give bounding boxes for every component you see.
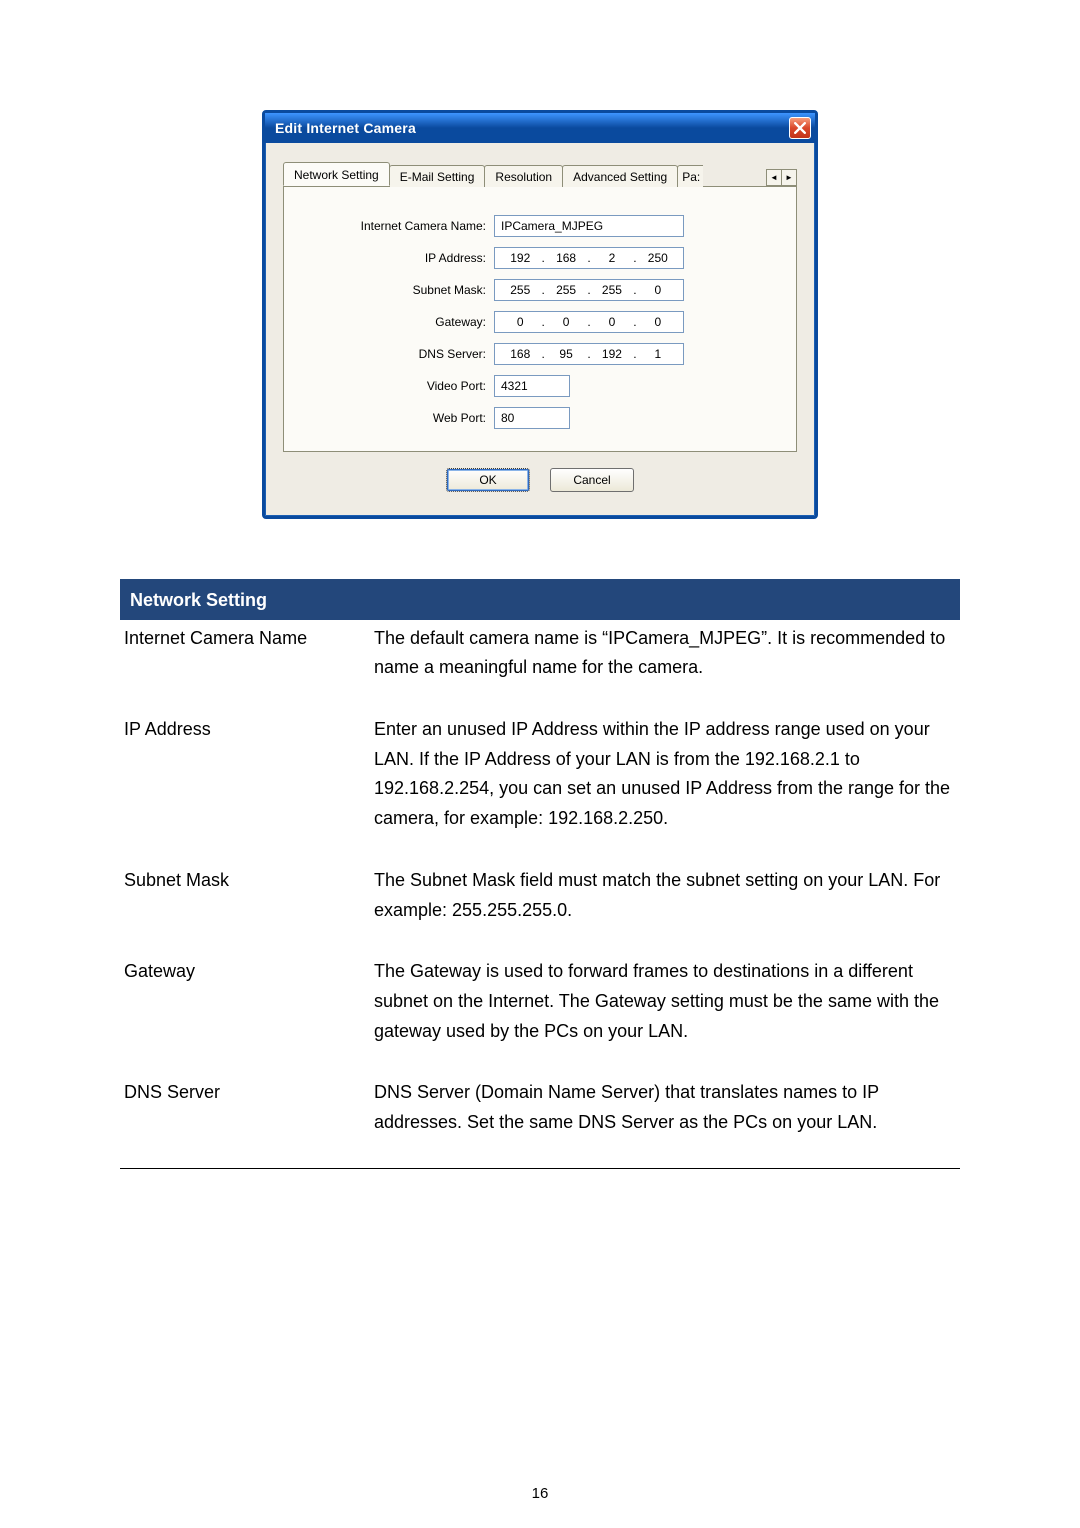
cancel-button[interactable]: Cancel [550, 468, 634, 492]
dialog-titlebar[interactable]: Edit Internet Camera [265, 113, 815, 143]
dialog-body: Network Setting E-Mail Setting Resolutio… [265, 143, 815, 516]
input-camera-name[interactable]: IPCamera_MJPEG [494, 215, 684, 237]
tab-network-setting[interactable]: Network Setting [283, 162, 390, 186]
settings-description-table: Network Setting Internet Camera Name The… [120, 579, 960, 1169]
tab-row: Network Setting E-Mail Setting Resolutio… [283, 161, 797, 187]
input-web-port[interactable]: 80 [494, 407, 570, 429]
row-dns-server: DNS Server: 168. 95. 192. 1 [324, 343, 756, 365]
row-video-port: Video Port: 4321 [324, 375, 756, 397]
input-dns-server[interactable]: 168. 95. 192. 1 [494, 343, 684, 365]
label-gateway: Gateway: [324, 315, 494, 329]
desc-body-gateway: The Gateway is used to forward frames to… [374, 957, 956, 1046]
ip-octet-2[interactable]: 168 [547, 251, 586, 265]
dns-octet-4[interactable]: 1 [639, 347, 678, 361]
input-subnet-mask[interactable]: 255. 255. 255. 0 [494, 279, 684, 301]
desc-body-subnet: The Subnet Mask field must match the sub… [374, 866, 956, 925]
ok-button[interactable]: OK [446, 468, 530, 492]
label-video-port: Video Port: [324, 379, 494, 393]
subnet-octet-2[interactable]: 255 [547, 283, 586, 297]
gateway-octet-3[interactable]: 0 [593, 315, 632, 329]
gateway-octet-4[interactable]: 0 [639, 315, 678, 329]
subnet-octet-3[interactable]: 255 [593, 283, 632, 297]
dialog-screenshot: Edit Internet Camera Network Setting E-M… [120, 110, 960, 519]
tab-scroll-group: ◄ ► [767, 169, 797, 186]
dns-octet-3[interactable]: 192 [593, 347, 632, 361]
tab-advanced-setting[interactable]: Advanced Setting [562, 165, 678, 187]
dialog-title: Edit Internet Camera [275, 120, 789, 136]
desc-term-camera-name: Internet Camera Name [124, 624, 374, 683]
label-ip-address: IP Address: [324, 251, 494, 265]
desc-row-subnet: Subnet Mask The Subnet Mask field must m… [120, 862, 960, 953]
row-subnet-mask: Subnet Mask: 255. 255. 255. 0 [324, 279, 756, 301]
input-ip-address[interactable]: 192. 168. 2. 250 [494, 247, 684, 269]
tab-panel-network: Internet Camera Name: IPCamera_MJPEG IP … [283, 187, 797, 452]
input-video-port[interactable]: 4321 [494, 375, 570, 397]
ip-octet-1[interactable]: 192 [501, 251, 540, 265]
dialog-button-row: OK Cancel [283, 452, 797, 500]
bottom-rule [120, 1168, 960, 1169]
triangle-right-icon: ► [785, 173, 793, 182]
page-number: 16 [0, 1485, 1080, 1502]
tab-resolution[interactable]: Resolution [484, 165, 563, 187]
desc-row-dns: DNS Server DNS Server (Domain Name Serve… [120, 1074, 960, 1165]
desc-body-dns: DNS Server (Domain Name Server) that tra… [374, 1078, 956, 1137]
tab-scroll-right[interactable]: ► [781, 169, 797, 186]
label-dns-server: DNS Server: [324, 347, 494, 361]
label-web-port: Web Port: [324, 411, 494, 425]
desc-term-subnet: Subnet Mask [124, 866, 374, 925]
desc-row-camera-name: Internet Camera Name The default camera … [120, 620, 960, 711]
row-ip-address: IP Address: 192. 168. 2. 250 [324, 247, 756, 269]
desc-row-gateway: Gateway The Gateway is used to forward f… [120, 953, 960, 1074]
input-gateway[interactable]: 0. 0. 0. 0 [494, 311, 684, 333]
desc-row-ip: IP Address Enter an unused IP Address wi… [120, 711, 960, 862]
triangle-left-icon: ◄ [770, 173, 778, 182]
edit-internet-camera-dialog: Edit Internet Camera Network Setting E-M… [262, 110, 818, 519]
row-gateway: Gateway: 0. 0. 0. 0 [324, 311, 756, 333]
tab-scroll-left[interactable]: ◄ [766, 169, 782, 186]
subnet-octet-4[interactable]: 0 [639, 283, 678, 297]
close-button[interactable] [789, 117, 811, 139]
dns-octet-1[interactable]: 168 [501, 347, 540, 361]
desc-body-ip: Enter an unused IP Address within the IP… [374, 715, 956, 834]
label-camera-name: Internet Camera Name: [324, 219, 494, 233]
tab-email-setting[interactable]: E-Mail Setting [389, 165, 486, 187]
row-web-port: Web Port: 80 [324, 407, 756, 429]
dns-octet-2[interactable]: 95 [547, 347, 586, 361]
label-subnet-mask: Subnet Mask: [324, 283, 494, 297]
tab-partial[interactable]: Pa: [677, 165, 703, 187]
row-camera-name: Internet Camera Name: IPCamera_MJPEG [324, 215, 756, 237]
ip-octet-3[interactable]: 2 [593, 251, 632, 265]
gateway-octet-2[interactable]: 0 [547, 315, 586, 329]
ip-octet-4[interactable]: 250 [639, 251, 678, 265]
desc-term-ip: IP Address [124, 715, 374, 834]
gateway-octet-1[interactable]: 0 [501, 315, 540, 329]
desc-term-gateway: Gateway [124, 957, 374, 1046]
subnet-octet-1[interactable]: 255 [501, 283, 540, 297]
close-icon [794, 122, 806, 134]
section-header-network-setting: Network Setting [120, 582, 960, 620]
desc-body-camera-name: The default camera name is “IPCamera_MJP… [374, 624, 956, 683]
desc-term-dns: DNS Server [124, 1078, 374, 1137]
